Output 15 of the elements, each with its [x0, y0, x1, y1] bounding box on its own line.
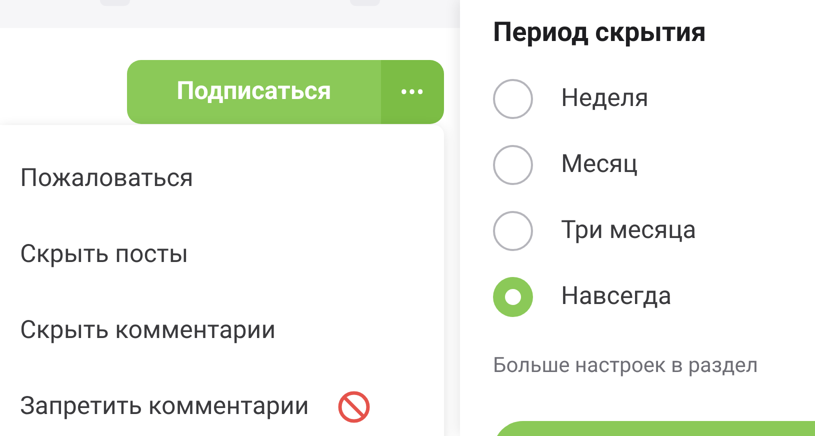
menu-item[interactable]: Скрыть комментарии: [20, 312, 276, 350]
settings-note: Больше настроек в раздел: [493, 352, 760, 380]
radio-label[interactable]: Неделя: [561, 80, 649, 118]
menu-item[interactable]: Скрыть посты: [20, 236, 188, 274]
prohibited-icon: [336, 390, 371, 424]
radio-label[interactable]: Навсегда: [561, 278, 672, 316]
radio-button[interactable]: [493, 78, 533, 118]
radio-button[interactable]: [493, 276, 533, 316]
menu-item[interactable]: Пожаловаться: [20, 160, 194, 198]
panel-title: Период скрытия: [493, 15, 708, 50]
radio-label[interactable]: Месяц: [561, 146, 638, 184]
radio-label[interactable]: Три месяца: [561, 212, 696, 250]
menu-item[interactable]: Запретить комментарии: [20, 388, 309, 426]
radio-button[interactable]: [493, 210, 533, 250]
radio-button[interactable]: [493, 144, 533, 184]
